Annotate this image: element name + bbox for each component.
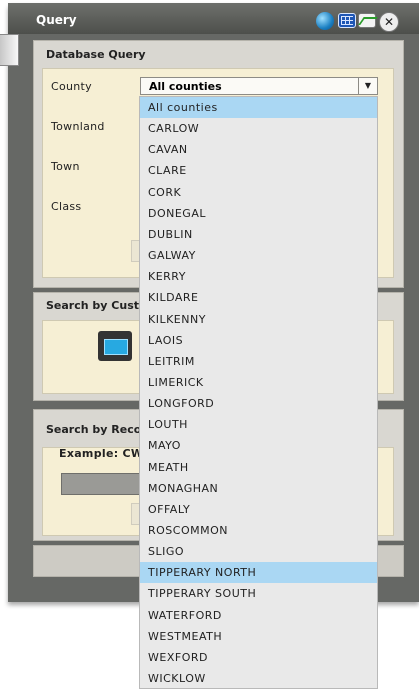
- county-option[interactable]: WESTMEATH: [140, 626, 377, 647]
- county-option[interactable]: LOUTH: [140, 414, 377, 435]
- county-option[interactable]: CORK: [140, 182, 377, 203]
- record-example-label: Example: CW0: [59, 447, 152, 460]
- county-option[interactable]: LAOIS: [140, 330, 377, 351]
- search-custom-heading: Search by Custo: [46, 299, 147, 312]
- county-option[interactable]: LONGFORD: [140, 393, 377, 414]
- close-icon[interactable]: ✕: [379, 12, 399, 32]
- townland-label: Townland: [51, 120, 105, 133]
- county-option[interactable]: CLARE: [140, 160, 377, 181]
- county-option[interactable]: TIPPERARY NORTH: [140, 562, 377, 584]
- county-option[interactable]: CARLOW: [140, 118, 377, 139]
- county-label: County: [51, 80, 92, 93]
- database-query-heading: Database Query: [46, 48, 146, 61]
- record-number-input[interactable]: [61, 473, 141, 495]
- county-option[interactable]: WATERFORD: [140, 605, 377, 626]
- county-option[interactable]: TIPPERARY SOUTH: [140, 583, 377, 604]
- county-option[interactable]: MONAGHAN: [140, 478, 377, 499]
- chart-icon[interactable]: [358, 13, 376, 28]
- county-option[interactable]: WEXFORD: [140, 647, 377, 668]
- globe-icon[interactable]: [316, 12, 334, 30]
- county-option[interactable]: All counties: [140, 97, 377, 118]
- county-option[interactable]: LIMERICK: [140, 372, 377, 393]
- county-option[interactable]: KILKENNY: [140, 309, 377, 330]
- draw-area-icon[interactable]: [98, 331, 132, 361]
- county-select-value: All counties: [149, 80, 222, 93]
- county-select[interactable]: All counties ▼: [140, 77, 378, 95]
- county-option[interactable]: ROSCOMMON: [140, 520, 377, 541]
- county-option[interactable]: MEATH: [140, 457, 377, 478]
- county-option[interactable]: KERRY: [140, 266, 377, 287]
- county-option[interactable]: DUBLIN: [140, 224, 377, 245]
- class-label: Class: [51, 200, 82, 213]
- search-record-heading: Search by Recor: [46, 423, 147, 436]
- county-option[interactable]: SLIGO: [140, 541, 377, 562]
- side-tab-handle[interactable]: [0, 34, 19, 66]
- town-label: Town: [51, 160, 80, 173]
- county-option[interactable]: OFFALY: [140, 499, 377, 520]
- table-icon[interactable]: [338, 13, 356, 28]
- county-option[interactable]: CAVAN: [140, 139, 377, 160]
- chevron-down-icon[interactable]: ▼: [358, 78, 377, 94]
- county-option[interactable]: MAYO: [140, 435, 377, 456]
- county-dropdown-list[interactable]: All counties CARLOW CAVAN CLARE CORK DONEGAL D…: [139, 96, 378, 689]
- county-option[interactable]: DONEGAL: [140, 203, 377, 224]
- county-option[interactable]: KILDARE: [140, 287, 377, 308]
- window-title: Query: [36, 13, 77, 27]
- county-option[interactable]: LEITRIM: [140, 351, 377, 372]
- county-option[interactable]: WICKLOW: [140, 668, 377, 689]
- title-bar[interactable]: Query ✕: [8, 3, 419, 34]
- county-option[interactable]: GALWAY: [140, 245, 377, 266]
